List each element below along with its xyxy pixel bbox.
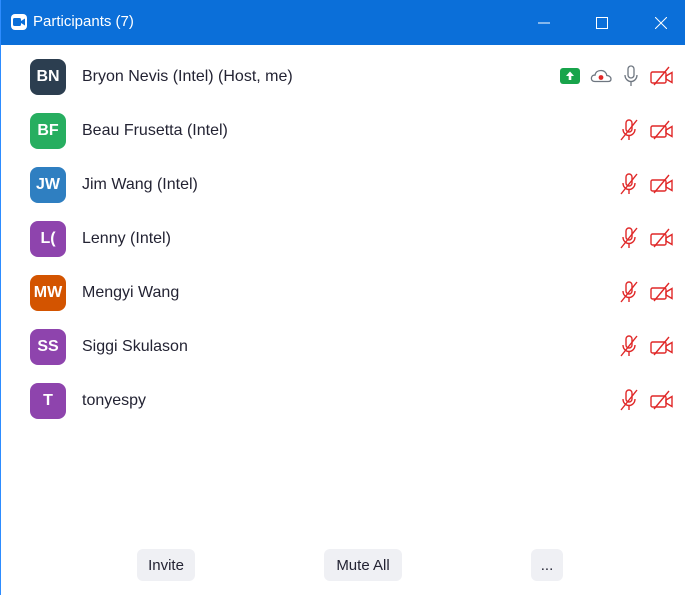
mute-all-button[interactable]: Mute All	[324, 549, 402, 581]
participant-row[interactable]: SS Siggi Skulason	[1, 318, 685, 372]
title-bar[interactable]: Participants (7)	[1, 0, 685, 45]
video-off-icon[interactable]	[650, 66, 674, 86]
close-button[interactable]	[638, 0, 684, 45]
video-off-icon[interactable]	[650, 120, 674, 140]
avatar: BN	[30, 59, 66, 95]
microphone-muted-icon[interactable]	[618, 173, 640, 195]
avatar: BF	[30, 113, 66, 149]
maximize-button[interactable]	[579, 0, 625, 45]
participant-status-icons	[608, 388, 674, 412]
participant-status-icons	[550, 64, 674, 88]
participant-row[interactable]: JW Jim Wang (Intel)	[1, 156, 685, 210]
screen-share-icon[interactable]	[560, 68, 580, 84]
avatar: T	[30, 383, 66, 419]
participant-status-icons	[608, 226, 674, 250]
microphone-muted-icon[interactable]	[618, 281, 640, 303]
video-off-icon[interactable]	[650, 282, 674, 302]
video-off-icon[interactable]	[650, 390, 674, 410]
microphone-icon[interactable]	[622, 65, 640, 87]
microphone-muted-icon[interactable]	[618, 335, 640, 357]
participant-row[interactable]: BN Bryon Nevis (Intel) (Host, me)	[1, 48, 685, 102]
video-off-icon[interactable]	[650, 174, 674, 194]
invite-button[interactable]: Invite	[137, 549, 195, 581]
participant-name: Bryon Nevis (Intel) (Host, me)	[82, 68, 293, 85]
participant-status-icons	[608, 280, 674, 304]
participant-name: Jim Wang (Intel)	[82, 176, 198, 193]
participant-name: tonyespy	[82, 392, 147, 409]
participant-row[interactable]: MW Mengyi Wang	[1, 264, 685, 318]
participant-status-icons	[608, 118, 674, 142]
minimize-icon	[538, 22, 550, 23]
participants-window: Participants (7) BN Bryon Nevis (Intel) …	[0, 0, 685, 595]
zoom-app-icon	[11, 14, 27, 30]
participant-row[interactable]: BF Beau Frusetta (Intel)	[1, 102, 685, 156]
participant-name: Beau Frusetta (Intel)	[82, 122, 228, 139]
participant-status-icons	[608, 334, 674, 358]
participant-status-icons	[608, 172, 674, 196]
microphone-muted-icon[interactable]	[618, 119, 640, 141]
window-title: Participants (7)	[33, 13, 134, 30]
microphone-muted-icon[interactable]	[618, 389, 640, 411]
participant-name: Lenny (Intel)	[82, 230, 171, 247]
participant-row[interactable]: L( Lenny (Intel)	[1, 210, 685, 264]
avatar: SS	[30, 329, 66, 365]
avatar: MW	[30, 275, 66, 311]
more-options-button[interactable]: ...	[531, 549, 563, 581]
participant-row[interactable]: T tonyespy	[1, 372, 685, 426]
close-icon	[655, 16, 667, 29]
avatar: JW	[30, 167, 66, 203]
avatar: L(	[30, 221, 66, 257]
maximize-icon	[596, 16, 608, 29]
video-off-icon[interactable]	[650, 228, 674, 248]
video-off-icon[interactable]	[650, 336, 674, 356]
minimize-button[interactable]	[521, 0, 567, 45]
cloud-record-icon[interactable]	[590, 68, 612, 84]
participant-name: Mengyi Wang	[82, 284, 180, 301]
participant-name: Siggi Skulason	[82, 338, 188, 355]
microphone-muted-icon[interactable]	[618, 227, 640, 249]
